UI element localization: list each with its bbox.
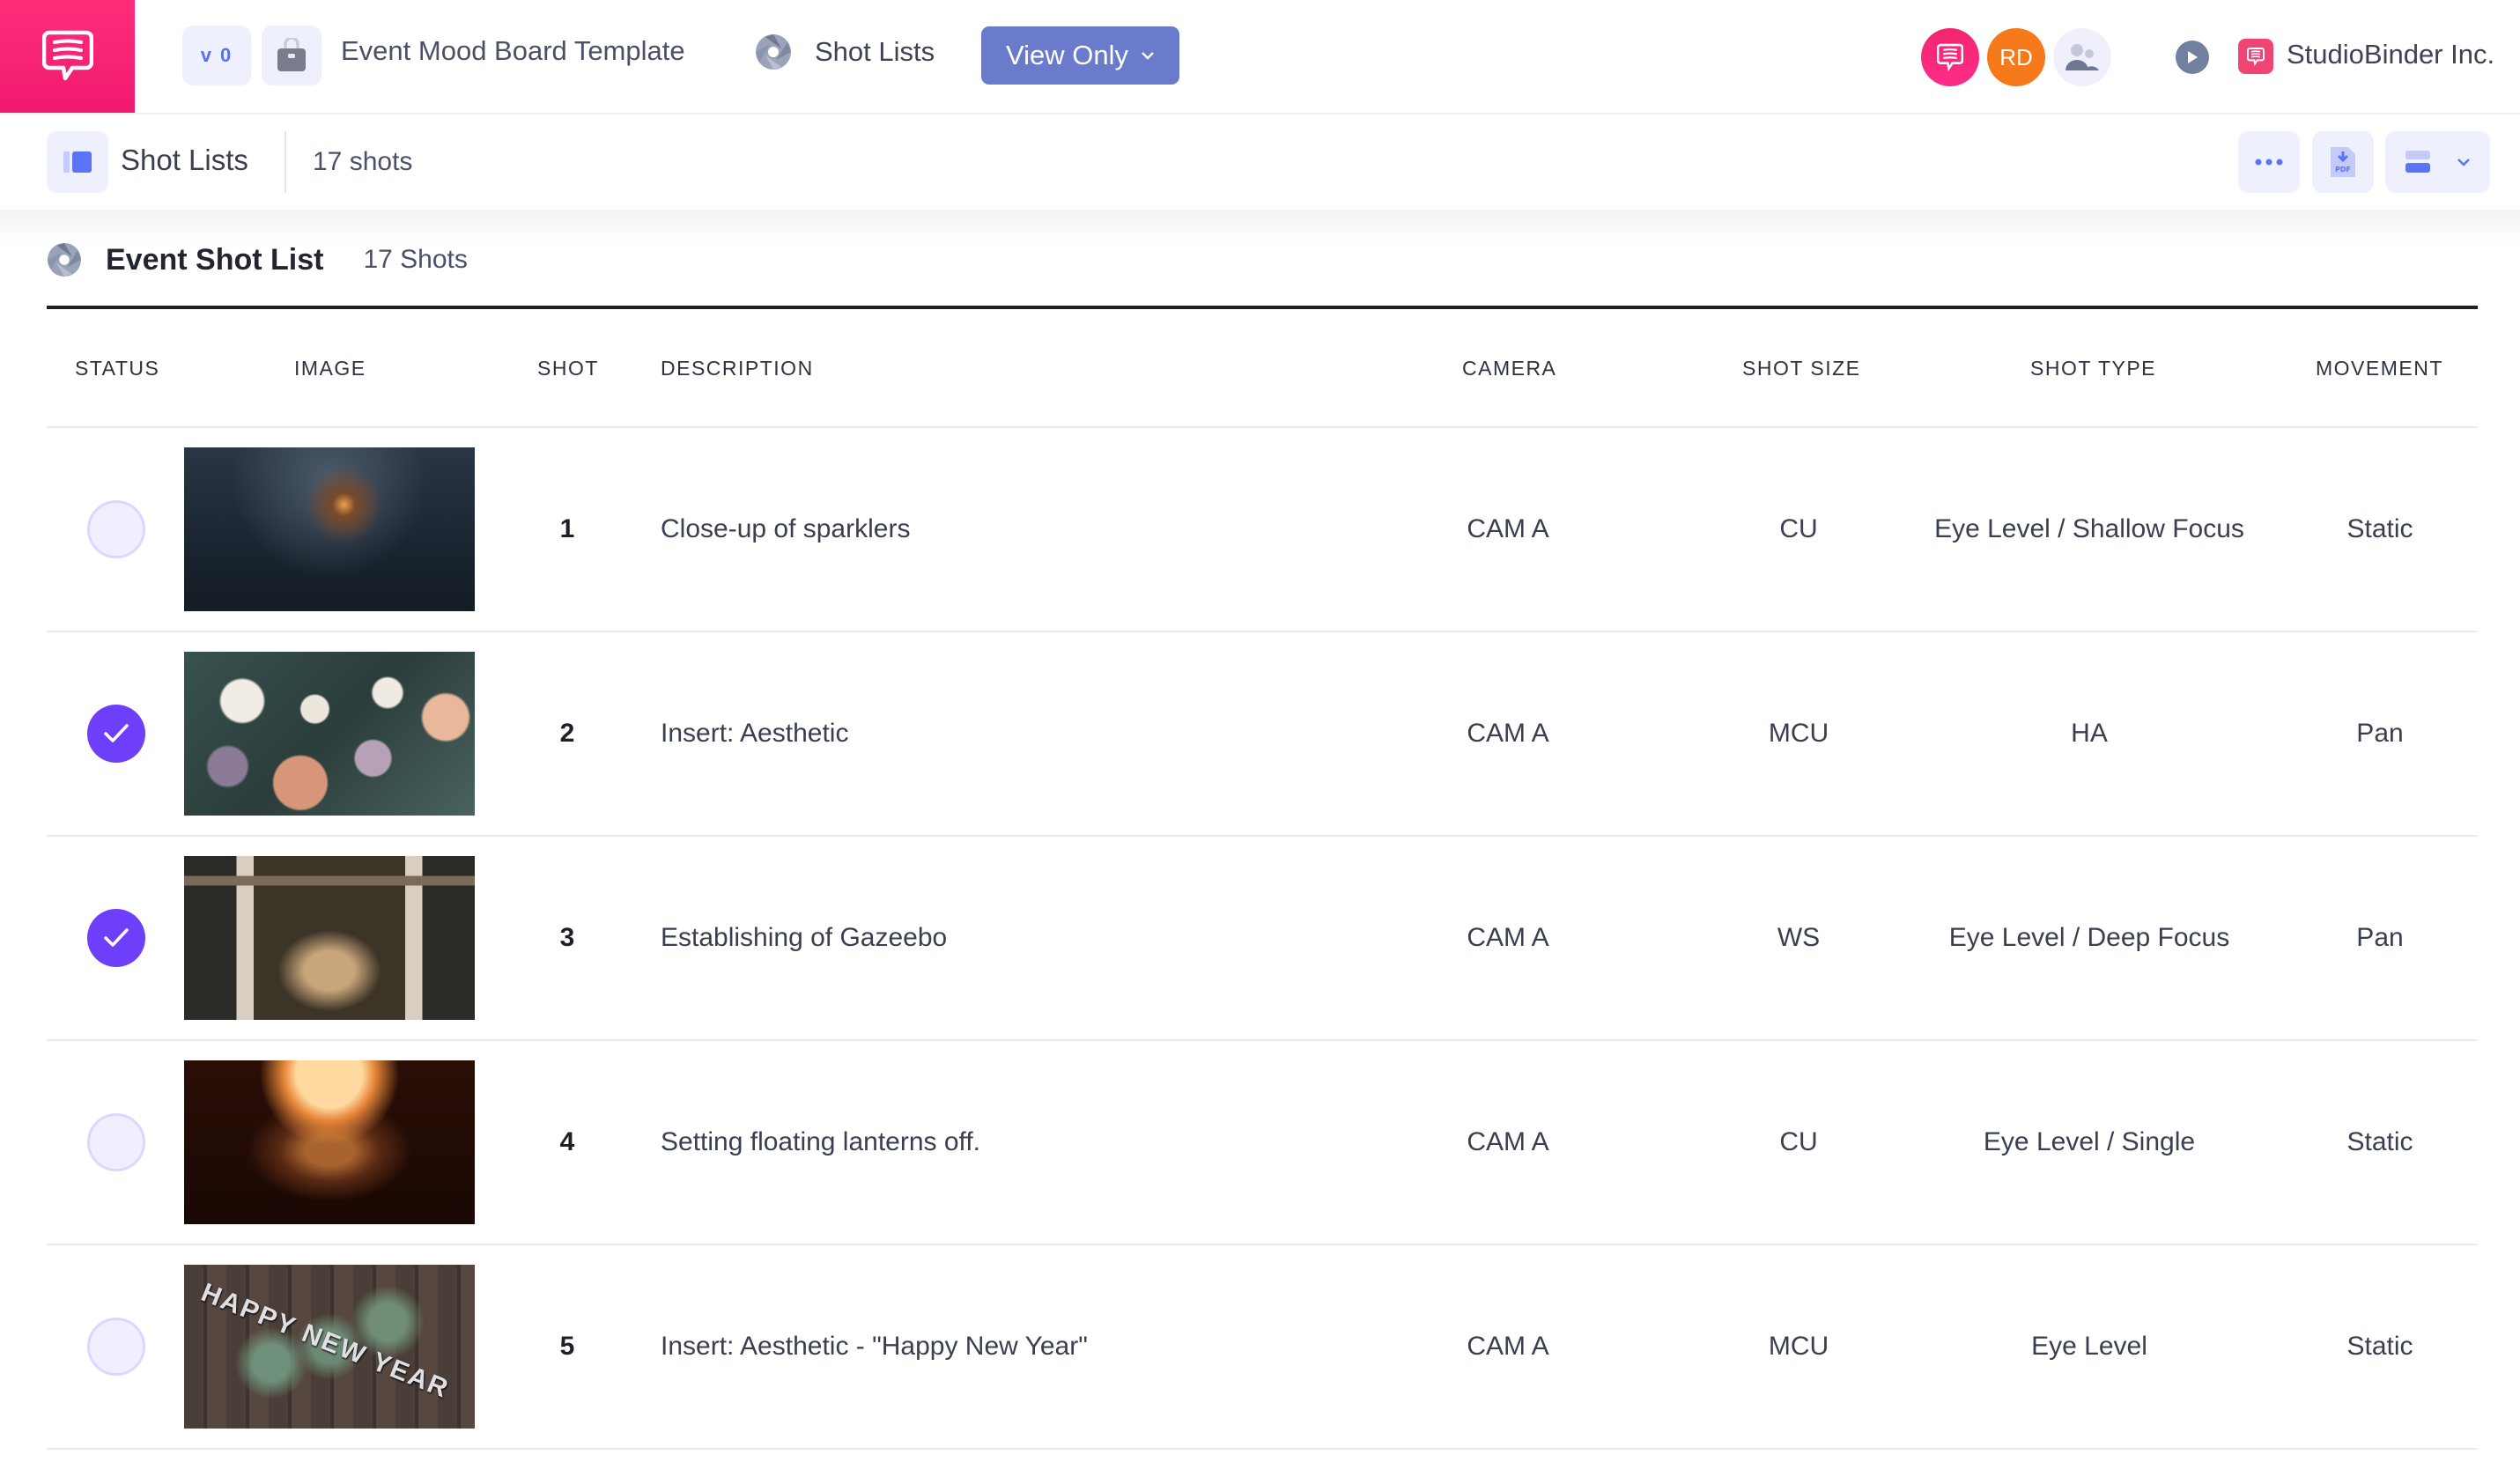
divider [285,131,286,193]
shot-number: 3 [559,923,575,952]
image-overlay-text: HAPPY NEW YEAR [196,1277,454,1405]
col-status[interactable]: STATUS [75,357,159,380]
view-mode-dropdown[interactable]: View Only [981,26,1179,85]
lock-bag-icon [277,38,306,71]
shot-type[interactable]: Eye Level / Shallow Focus [1934,514,2244,544]
pdf-export-icon: PDF [2331,147,2355,177]
shot-type[interactable]: Eye Level / Single [1984,1127,2195,1157]
shot-number: 5 [559,1332,575,1361]
aperture-icon [756,34,791,70]
view-layout-dropdown[interactable] [2385,131,2490,193]
shot-description[interactable]: Insert: Aesthetic - "Happy New Year" [661,1332,1088,1362]
shot-size[interactable]: MCU [1769,1332,1829,1362]
shot-number: 4 [559,1127,575,1156]
shot-camera[interactable]: CAM A [1467,1332,1548,1362]
nav-shot-lists[interactable]: Shot Lists [755,33,935,70]
checkmark-icon [104,928,129,947]
shot-type[interactable]: HA [2071,719,2108,749]
shot-type[interactable]: Eye Level [2031,1332,2147,1362]
aperture-icon [47,242,82,277]
status-checkbox[interactable] [87,1113,145,1171]
org-name[interactable]: StudioBinder Inc. [2287,39,2494,70]
col-description[interactable]: DESCRIPTION [661,357,814,380]
play-button[interactable] [2176,41,2209,74]
shot-type[interactable]: Eye Level / Deep Focus [1949,923,2230,953]
col-shot[interactable]: SHOT [537,357,599,380]
table-row[interactable]: 3 Establishing of Gazeebo CAM A WS Eye Level… [47,837,2478,1041]
toolbar-shadow [0,210,2520,245]
shot-size[interactable]: MCU [1769,719,1829,749]
project-title[interactable]: Event Mood Board Template [341,35,685,67]
sub-toolbar: Shot Lists 17 shots PDF [0,114,2520,211]
shot-image-happy-new-year[interactable]: HAPPY NEW YEAR [184,1265,475,1429]
shot-description[interactable]: Establishing of Gazeebo [661,923,947,953]
col-image[interactable]: IMAGE [294,357,366,380]
more-icon [2255,159,2283,166]
export-pdf-button[interactable]: PDF [2312,131,2374,193]
shot-movement[interactable]: Static [2346,1332,2413,1362]
shotlist-icon [63,151,92,173]
avatar-chat[interactable] [1921,28,1979,86]
shot-description[interactable]: Close-up of sparklers [661,514,910,544]
chevron-down-icon [1142,52,1154,60]
shot-movement[interactable]: Pan [2356,719,2403,749]
status-checkbox[interactable] [87,1318,145,1376]
shot-count: 17 shots [313,147,413,176]
status-checkbox[interactable] [87,500,145,558]
more-options-button[interactable] [2238,131,2300,193]
nav-shot-lists-label: Shot Lists [815,36,935,67]
chat-bubble-icon [41,30,93,81]
table-row[interactable]: HAPPY NEW YEAR 5 Insert: Aesthetic - "Happ… [47,1245,2478,1450]
shot-image-sparklers[interactable] [184,447,475,611]
view-layout-icon [2405,151,2430,173]
shot-camera[interactable]: CAM A [1467,923,1548,953]
lock-button[interactable] [262,26,321,85]
chat-bubble-icon [1937,43,1963,72]
shot-image-flowers[interactable] [184,652,475,816]
shot-number: 1 [559,514,575,543]
shot-description[interactable]: Insert: Aesthetic [661,719,848,749]
chat-bubble-icon [2247,48,2265,66]
shot-image-lantern[interactable] [184,1060,475,1224]
table-row[interactable]: 4 Setting floating lanterns off. CAM A CU Ey… [47,1041,2478,1245]
shotlist-title[interactable]: Event Shot List [106,243,323,277]
chevron-down-icon [2457,159,2470,166]
version-badge[interactable]: v 0 [182,26,251,85]
table-row[interactable]: 1 Close-up of sparklers CAM A CU Eye Level /… [47,428,2478,632]
table-row[interactable]: 2 Insert: Aesthetic CAM A MCU HA Pan [47,632,2478,837]
col-shot-type[interactable]: SHOT TYPE [2030,357,2156,380]
app-logo[interactable] [0,0,135,113]
org-logo[interactable] [2238,39,2273,74]
shot-size[interactable]: CU [1779,514,1817,544]
col-movement[interactable]: MOVEMENT [2316,357,2443,380]
shot-movement[interactable]: Static [2346,1127,2413,1157]
shotlists-section-button[interactable] [47,131,108,193]
shot-movement[interactable]: Pan [2356,923,2403,953]
shotlist-header: Event Shot List 17 Shots [47,242,468,277]
avatar-team[interactable] [2053,28,2111,86]
play-icon [2188,51,2198,63]
svg-text:PDF: PDF [2335,166,2351,174]
shot-movement[interactable]: Static [2346,514,2413,544]
shot-camera[interactable]: CAM A [1467,719,1548,749]
status-checkbox[interactable] [87,909,145,967]
checkmark-icon [104,724,129,742]
shot-camera[interactable]: CAM A [1467,514,1548,544]
top-bar: v 0 Event Mood Board Template Shot Lists… [0,0,2520,114]
shot-size[interactable]: CU [1779,1127,1817,1157]
avatar-user[interactable]: RD [1987,28,2045,86]
shot-size[interactable]: WS [1777,923,1820,953]
shotlist-count: 17 Shots [363,245,468,274]
shot-camera[interactable]: CAM A [1467,1127,1548,1157]
section-label: Shot Lists [121,144,248,176]
table-header: STATUS IMAGE SHOT DESCRIPTION CAMERA SHO… [47,309,2478,428]
col-camera[interactable]: CAMERA [1462,357,1556,380]
shot-description[interactable]: Setting floating lanterns off. [661,1127,980,1157]
shot-image-gazebo[interactable] [184,856,475,1020]
shot-number: 2 [559,719,575,748]
people-icon [2066,44,2099,70]
status-checkbox[interactable] [87,705,145,763]
col-shot-size[interactable]: SHOT SIZE [1742,357,1861,380]
view-mode-label: View Only [1006,40,1128,70]
